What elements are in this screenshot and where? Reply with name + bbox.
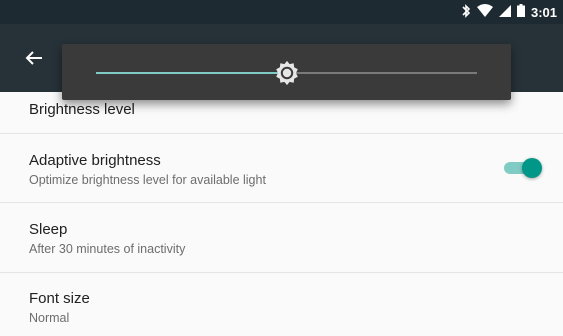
pref-title: Font size	[29, 290, 90, 307]
pref-summary: Normal	[29, 311, 70, 325]
status-icons: 3:01	[461, 0, 557, 24]
brightness-slider[interactable]	[96, 60, 477, 86]
brightness-sun-icon[interactable]	[275, 60, 299, 86]
pref-summary: After 30 minutes of inactivity	[29, 242, 186, 256]
pref-title: Sleep	[29, 221, 68, 238]
pref-title: Adaptive brightness	[29, 152, 161, 169]
status-bar: 3:01	[0, 0, 563, 24]
bluetooth-icon	[461, 3, 471, 21]
signal-icon	[498, 4, 511, 20]
adaptive-brightness-toggle[interactable]	[504, 158, 542, 178]
pref-title: Brightness level	[29, 101, 135, 118]
pref-sleep[interactable]: Sleep After 30 minutes of inactivity	[0, 203, 563, 273]
toggle-thumb	[522, 158, 542, 178]
arrow-back-icon	[25, 51, 42, 65]
wifi-icon	[476, 4, 493, 20]
back-button[interactable]	[22, 46, 46, 70]
status-time: 3:01	[530, 4, 557, 20]
pref-font-size[interactable]: Font size Normal	[0, 273, 563, 336]
battery-icon	[516, 4, 525, 20]
brightness-dialog	[62, 44, 511, 100]
pref-summary: Optimize brightness level for available …	[29, 173, 266, 187]
slider-fill	[96, 72, 287, 74]
pref-adaptive-brightness[interactable]: Adaptive brightness Optimize brightness …	[0, 133, 563, 203]
